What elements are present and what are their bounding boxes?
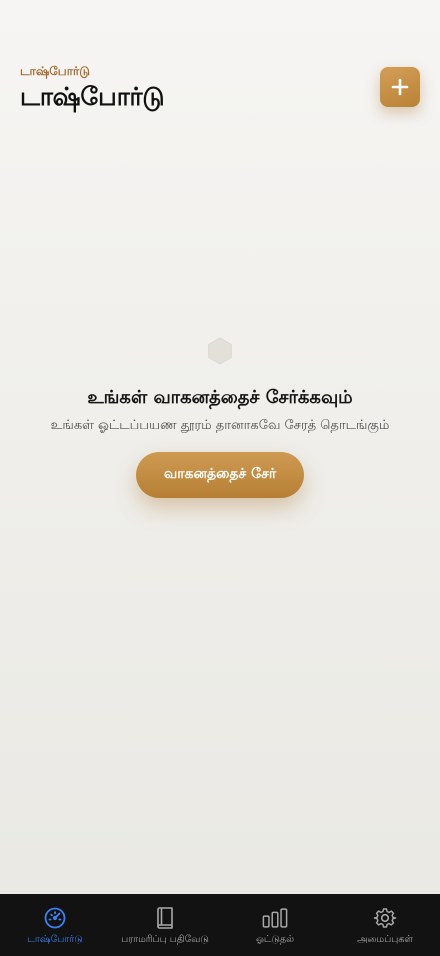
- nav-label: அமைப்புகள்: [357, 934, 413, 945]
- gear-icon: [373, 908, 397, 928]
- nav-item-maintenance-log[interactable]: பராமரிப்பு பதிவேடு: [110, 894, 220, 956]
- empty-state-title: உங்கள் வாகனத்தைச் சேர்க்கவும்: [87, 387, 353, 408]
- nav-label: பராமரிப்பு பதிவேடு: [121, 934, 209, 945]
- empty-state: உங்கள் வாகனத்தைச் சேர்க்கவும் உங்கள் ஓட்…: [0, 330, 440, 530]
- nav-item-settings[interactable]: அமைப்புகள்: [330, 894, 440, 956]
- add-vehicle-primary-button[interactable]: வாகனத்தைச் சேர்: [136, 452, 304, 498]
- hexagon-icon: [208, 337, 232, 365]
- page-eyebrow: டாஷ்போர்டு: [20, 64, 90, 78]
- header: டாஷ்போர்டு டாஷ்போர்டு: [0, 0, 440, 130]
- nav-label: டாஷ்போர்டு: [27, 934, 83, 945]
- bar-chart-icon: [262, 908, 288, 928]
- book-icon: [157, 907, 173, 929]
- bottom-nav: டாஷ்போர்டு பராமரிப்பு பதிவேடு ஓட்டுதல் அ…: [0, 894, 440, 956]
- speedometer-icon: [44, 907, 66, 929]
- add-vehicle-button[interactable]: [380, 67, 420, 107]
- empty-state-description: உங்கள் ஓட்டப்பயண தூரம் தானாகவே சேரத் தொட…: [50, 418, 390, 433]
- nav-label: ஓட்டுதல்: [255, 934, 295, 945]
- nav-item-driving[interactable]: ஓட்டுதல்: [220, 894, 330, 956]
- nav-item-dashboard[interactable]: டாஷ்போர்டு: [0, 894, 110, 956]
- plus-icon: [391, 78, 409, 96]
- page-title: டாஷ்போர்டு: [20, 82, 165, 111]
